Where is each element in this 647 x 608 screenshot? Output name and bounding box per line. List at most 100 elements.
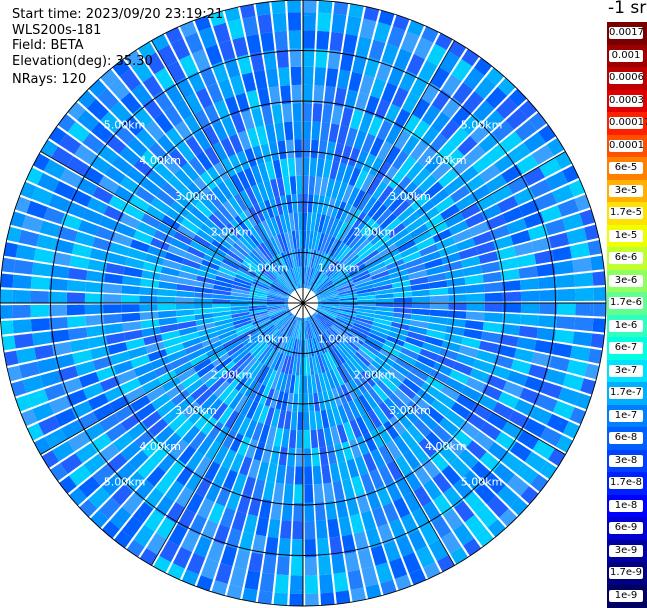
ppi-bin-group (539, 289, 558, 302)
ppi-bin-group (327, 518, 340, 538)
ppi-bin-group (282, 103, 293, 123)
ppi-bin-group (570, 345, 591, 362)
ppi-bin-group (313, 483, 324, 503)
ppi-bin-group (255, 1, 271, 16)
ppi-bin-group (234, 549, 251, 570)
ppi-bin-group (193, 298, 213, 303)
ppi-bin-group (12, 319, 32, 334)
colorbar-tick-label: 1e-6 (609, 319, 643, 332)
ppi-bin-group (140, 319, 160, 329)
ppi-bin-group (329, 31, 344, 52)
ppi-bin-group (213, 22, 231, 44)
ppi-bin-group (304, 557, 318, 576)
ppi-bin-group (592, 271, 606, 286)
ppi-bin-group (296, 430, 303, 449)
ppi-bin-group (304, 520, 316, 540)
ppi-bin-group (66, 304, 86, 316)
ppi-bin-group (105, 262, 125, 275)
ppi-bin-group (303, 121, 312, 140)
ppi-bin-group (317, 12, 332, 32)
colorbar-tick-label: 3e-7 (609, 364, 643, 377)
ppi-bin-group (355, 36, 372, 57)
ppi-bin-group (574, 272, 594, 287)
ppi-bin-group (333, 572, 349, 593)
ppi-bin-group (303, 139, 311, 158)
ppi-bin-group (465, 284, 485, 294)
ppi-bin-group (194, 292, 213, 299)
ppi-bin-group (347, 569, 364, 590)
ppi-bin-group (68, 267, 88, 281)
ppi-bin-group (566, 359, 588, 377)
ppi-bin-group (175, 297, 194, 303)
ppi-bin-group (554, 329, 575, 344)
colorbar-unit-label: -1 sr (608, 0, 647, 18)
ppi-bin-group (520, 290, 540, 302)
ppi-bin-group (283, 483, 294, 503)
ppi-bin-group (262, 481, 275, 501)
ppi-bin-group (261, 105, 274, 126)
ppi-bin-group (448, 303, 467, 311)
ppi-bin-group (253, 69, 268, 90)
ppi-bin-group (266, 68, 279, 88)
ppi-bin-group (284, 121, 294, 141)
ppi-bin-group (482, 271, 502, 283)
range-ring-label: 3.00km (175, 190, 217, 203)
colorbar-tick-label: 1.7e-8 (609, 477, 643, 490)
instrument-text: WLS200s-181 (12, 23, 102, 38)
ppi-bin-group (260, 32, 275, 52)
ppi-bin-group (484, 292, 503, 302)
ppi-bin-group (484, 303, 503, 312)
ppi-bin-group (303, 375, 308, 394)
ppi-bin-group (411, 296, 431, 303)
ppi-bin-group (36, 357, 58, 374)
ppi-bin-group (293, 502, 303, 522)
ppi-bin-group (320, 592, 335, 606)
ppi-bin-group (34, 344, 54, 360)
range-ring-label: 3.00km (389, 404, 431, 417)
ppi-bin-group (373, 22, 391, 43)
ppi-bin-group (539, 303, 558, 315)
ppi-bin-group (345, 15, 362, 36)
ppi-bin-group (312, 465, 322, 485)
ppi-bin-group (344, 552, 360, 572)
ppi-bin-group (331, 105, 344, 125)
ppi-bin-group (569, 242, 590, 259)
ppi-bin-group (157, 310, 177, 319)
range-ring-label: 5.00km (104, 119, 146, 132)
ppi-bin-group (69, 255, 90, 269)
ppi-bin-group (30, 290, 49, 303)
ppi-bin-group (464, 320, 484, 331)
ppi-bin-group (288, 30, 302, 49)
ppi-bin-group (516, 337, 537, 351)
ppi-bin-group (66, 292, 86, 303)
ppi-bin-group (502, 303, 522, 313)
ppi-bin-group (464, 274, 484, 285)
ppi-bin-group (69, 338, 90, 353)
ppi-bin-group (212, 298, 231, 303)
ppi-bin-group (466, 303, 485, 312)
ppi-bin-group (430, 303, 449, 310)
ppi-bin-group (285, 465, 295, 485)
ppi-bin-group (304, 539, 317, 558)
ppi-bin-group (248, 552, 264, 573)
ppi-bin-group (593, 303, 606, 317)
ppi-bin-group (290, 411, 298, 431)
ppi-bin-group (446, 318, 466, 328)
ppi-bin-group (447, 285, 467, 295)
ppi-bin-group (291, 84, 302, 104)
ppi-bin-group (274, 574, 289, 594)
ppi-bin-group (30, 318, 50, 332)
ppi-bin-group (307, 194, 314, 213)
ppi-bin-group (566, 227, 588, 245)
ppi-bin-group (304, 484, 314, 503)
ppi-bin-group (246, 34, 262, 54)
ppi-bin-group (292, 520, 303, 540)
ppi-bin-group (67, 280, 86, 292)
ppi-bin-group (305, 593, 319, 606)
ppi-bin-group (333, 1, 349, 16)
ppi-bin-group (157, 296, 176, 303)
ppi-bin-group (448, 294, 467, 302)
ppi-bin-group (303, 411, 310, 431)
ppi-bin-group (361, 566, 379, 588)
ppi-bin-group (121, 285, 141, 295)
